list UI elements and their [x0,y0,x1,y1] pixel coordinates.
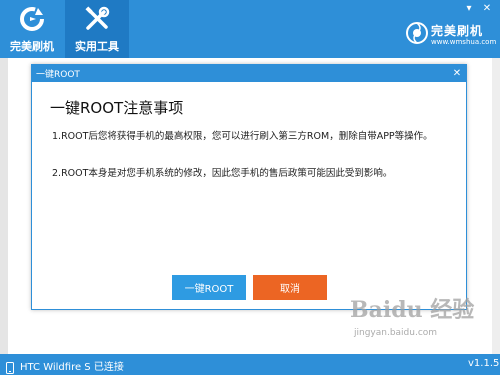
minimize-icon[interactable]: ▾ [462,2,476,14]
notice-paragraph-1: 1.ROOT后您将获得手机的最高权限，您可以进行刷入第三方ROM，删除自带APP… [52,131,433,142]
notice-paragraph-2: 2.ROOT本身是对您手机系统的修改，因此您手机的售后政策可能因此受到影响。 [52,168,393,179]
baidu-watermark: Baidu 经验 jingyan.baidu.com [350,290,490,350]
right-border [492,58,500,354]
device-status: HTC Wildfire S 已连接 [20,362,124,373]
root-dialog: 一键ROOT ✕ 一键ROOT注意事项 1.ROOT后您将获得手机的最高权限，您… [31,64,467,310]
tools-icon [82,4,112,34]
one-click-root-button[interactable]: 一键ROOT [172,275,246,300]
top-bar: 完美刷机 实用工具 完美刷机 www.wmshua.com ▾ ✕ [0,0,500,58]
brand-name: 完美刷机 [431,24,484,38]
tab-label: 实用工具 [75,40,119,53]
dialog-heading: 一键ROOT注意事项 [50,99,184,117]
tab-label: 完美刷机 [10,40,54,53]
version-label: v1.1.5 [468,358,500,369]
refresh-icon [17,4,47,34]
dialog-titlebar: 一键ROOT ✕ [32,65,466,82]
watermark-text: Baidu 经验 [350,297,475,323]
brand-logo: 完美刷机 www.wmshua.com [406,22,496,52]
tab-perfect-flash[interactable]: 完美刷机 [0,0,64,58]
dialog-title: 一键ROOT [36,70,80,80]
brand-url: www.wmshua.com [431,38,497,46]
left-border [0,58,8,354]
dialog-close-icon[interactable]: ✕ [450,66,464,80]
tab-tools[interactable]: 实用工具 [65,0,129,58]
status-bar: HTC Wildfire S 已连接 v1.1.5 [0,354,500,375]
brand-icon [406,22,428,44]
watermark-url: jingyan.baidu.com [354,328,438,338]
cancel-button[interactable]: 取消 [253,275,327,300]
close-icon[interactable]: ✕ [480,2,494,14]
phone-icon [6,359,14,374]
